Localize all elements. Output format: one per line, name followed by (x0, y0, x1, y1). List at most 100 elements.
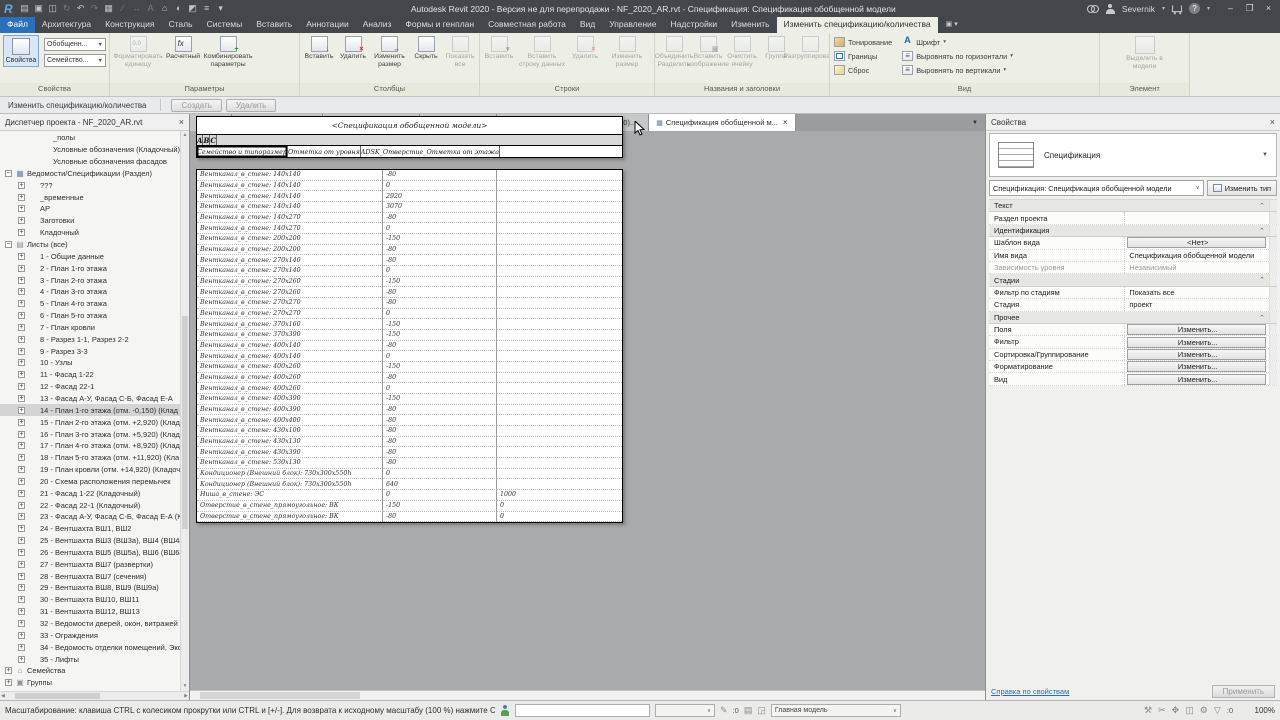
expand-toggle[interactable]: − (5, 170, 12, 177)
ribbon-tab[interactable]: Совместная работа (481, 17, 573, 33)
ribbon-button[interactable]: Комбинировать параметры (203, 35, 253, 70)
ribbon-tab[interactable]: Изменить (724, 17, 776, 33)
schedule-title[interactable]: <Спецификация обобщенной модели> (197, 117, 622, 135)
qat-icon[interactable]: ◐ (172, 1, 186, 16)
grid-scrollbar-track[interactable] (1269, 336, 1277, 347)
property-row[interactable]: Форматирование Изменить... (989, 361, 1277, 373)
expand-toggle[interactable]: + (18, 419, 25, 426)
properties-button[interactable]: Свойства (3, 35, 39, 67)
expand-toggle[interactable]: + (18, 205, 25, 212)
grid-scrollbar-track[interactable] (1269, 312, 1277, 323)
expand-toggle[interactable]: + (18, 513, 25, 520)
tree-item[interactable]: + 1 - Общие данные (0, 250, 180, 262)
expand-toggle[interactable]: + (5, 667, 12, 674)
tree-item[interactable]: + 30 - Вентшахта ВШ10, ВШ11 (0, 594, 180, 606)
grid-scrollbar-track[interactable] (1269, 225, 1277, 236)
ribbon-small-button[interactable]: Границы (834, 49, 892, 63)
grid-scrollbar-track[interactable] (1269, 250, 1277, 261)
schedule-row[interactable]: Вентканал_в_стене: 200x200 -80 (197, 245, 622, 256)
close-view-icon[interactable]: × (783, 118, 788, 127)
expand-toggle[interactable]: + (18, 502, 25, 509)
property-value[interactable]: Показать все (1127, 288, 1174, 297)
scroll-up-icon[interactable]: ▲ (181, 131, 189, 140)
ribbon-tab[interactable]: Конструкция (98, 17, 161, 33)
schedule-row[interactable]: Вентканал_в_стене: 400x140 0 (197, 351, 622, 362)
tree-item[interactable]: + 19 - План кровли (отм. +14,920) (Кладо… (0, 464, 180, 476)
ribbon-button[interactable]: Вставить изображение (692, 35, 724, 70)
property-row[interactable]: Зависимость уровня Независимый (989, 262, 1277, 274)
delete-button[interactable]: Удалить (226, 99, 277, 112)
tree-item[interactable]: + 33 - Ограждения (0, 629, 180, 641)
ribbon-tab[interactable]: Сталь (162, 17, 200, 33)
schedule-row[interactable]: Вентканал_в_стене: 270x140 0 (197, 266, 622, 277)
property-row[interactable]: Прочее (989, 312, 1277, 324)
tree-item[interactable]: + 15 - План 2-го этажа (отм. +2,920) (Кл… (0, 416, 180, 428)
ribbon-tab[interactable]: Надстройки (664, 17, 725, 33)
tree-item[interactable]: + 8 - Разрез 1-1, Разрез 2-2 (0, 333, 180, 345)
select-underlay-icon[interactable]: ⚙ (1200, 705, 1208, 716)
qat-icon[interactable]: ↶ (74, 1, 88, 16)
expand-toggle[interactable]: + (18, 442, 25, 449)
tree-item[interactable]: + 21 - Фасад 1-22 (Кладочный) (0, 487, 180, 499)
expand-toggle[interactable] (31, 158, 38, 165)
ribbon-tab[interactable]: Изменить спецификацию/количества (777, 17, 938, 33)
qat-icon[interactable]: ◫ (46, 1, 60, 16)
tree-item[interactable]: + Заготовки (0, 215, 180, 227)
expand-toggle[interactable]: + (18, 608, 25, 615)
editable-only-icon[interactable]: ✎ (720, 705, 728, 716)
modify-panel-toggle-icon[interactable]: ▣ ▾ (938, 17, 966, 33)
qat-icon[interactable]: ▦ (102, 1, 116, 16)
expand-toggle[interactable]: + (18, 324, 25, 331)
tree-item[interactable]: + 20 - Схема расположения перемычек (0, 475, 180, 487)
schedule-row[interactable]: Вентканал_в_стене: 270x260 -80 (197, 287, 622, 298)
expand-toggle[interactable]: + (18, 454, 25, 461)
schedule-row[interactable]: Вентканал_в_стене: 400x260 -80 (197, 373, 622, 384)
qat-icon[interactable]: ▣ (32, 1, 46, 16)
tree-item[interactable]: + 31 - Вентшахта ВШ12, ВШ13 (0, 606, 180, 618)
family-dropdown[interactable]: Семейство...▼ (44, 54, 106, 67)
property-value[interactable]: Изменить... (1127, 349, 1266, 360)
ribbon-button[interactable]: Показать все (444, 35, 476, 70)
expand-toggle[interactable]: + (18, 348, 25, 355)
ribbon-button[interactable]: Вставить (303, 35, 335, 62)
ribbon-button[interactable]: Изменить размер (603, 35, 651, 70)
property-row[interactable]: Фильтр по стадиям Показать все (989, 287, 1277, 299)
expand-toggle[interactable]: + (18, 549, 25, 556)
property-row[interactable]: Стадии (989, 274, 1277, 286)
tree-item[interactable]: + 12 - Фасад 22-1 (0, 381, 180, 393)
property-row[interactable]: Идентификация (989, 225, 1277, 237)
schedule-row[interactable]: Вентканал_в_стене: 400x260 -150 (197, 362, 622, 373)
tree-item[interactable]: + 24 - Вентшахта ВШ1, ВШ2 (0, 523, 180, 535)
property-value[interactable]: Независимый (1127, 263, 1176, 272)
schedule-row[interactable]: Вентканал_в_стене: 270x270 -80 (197, 298, 622, 309)
ribbon-tab[interactable]: Вставить (249, 17, 299, 33)
exclude-options-icon[interactable]: ⚒ (1144, 705, 1152, 716)
schedule-row[interactable]: Вентканал_в_стене: 270x270 0 (197, 309, 622, 320)
expand-toggle[interactable]: + (18, 288, 25, 295)
property-row[interactable]: Вид Изменить... (989, 373, 1277, 385)
expand-toggle[interactable]: + (18, 265, 25, 272)
tree-item[interactable]: Условные обозначения фасадов (0, 156, 180, 168)
schedule-row[interactable]: Вентканал_в_стене: 400x140 -80 (197, 341, 622, 352)
expand-toggle[interactable]: + (18, 478, 25, 485)
expand-toggle[interactable]: + (18, 371, 25, 378)
user-menu-arrow-icon[interactable]: ▾ (1162, 5, 1165, 12)
restore-button[interactable]: ❐ (1240, 0, 1259, 17)
expand-toggle[interactable]: + (5, 679, 12, 686)
ribbon-button[interactable]: Скрыть (410, 35, 442, 62)
expand-toggle[interactable]: + (18, 395, 25, 402)
schedule-row[interactable]: Вентканал_в_стене: 430x390 -80 (197, 447, 622, 458)
help-icon[interactable]: ? (1189, 3, 1200, 14)
expand-toggle[interactable] (31, 134, 38, 141)
tree-item[interactable]: + 5 - План 4-го этажа (0, 298, 180, 310)
schedule-row[interactable]: Кондиционер (Внешний блок): 730x300x550h… (197, 479, 622, 490)
qat-icon[interactable]: ↷ (88, 1, 102, 16)
qat-icon[interactable]: ▤ (18, 1, 32, 16)
grid-scrollbar-track[interactable] (1269, 200, 1277, 211)
minimize-button[interactable]: – (1221, 0, 1240, 17)
tree-item[interactable]: + 26 - Вентшахта ВШ5 (ВШ5а), ВШ6 (ВШ6а (0, 547, 180, 559)
view-tabs-overflow-icon[interactable]: ▼ (965, 114, 985, 131)
expand-toggle[interactable]: + (18, 431, 25, 438)
grid-scrollbar-track[interactable] (1269, 274, 1277, 285)
tree-item[interactable]: + 6 - План 5-го этажа (0, 310, 180, 322)
